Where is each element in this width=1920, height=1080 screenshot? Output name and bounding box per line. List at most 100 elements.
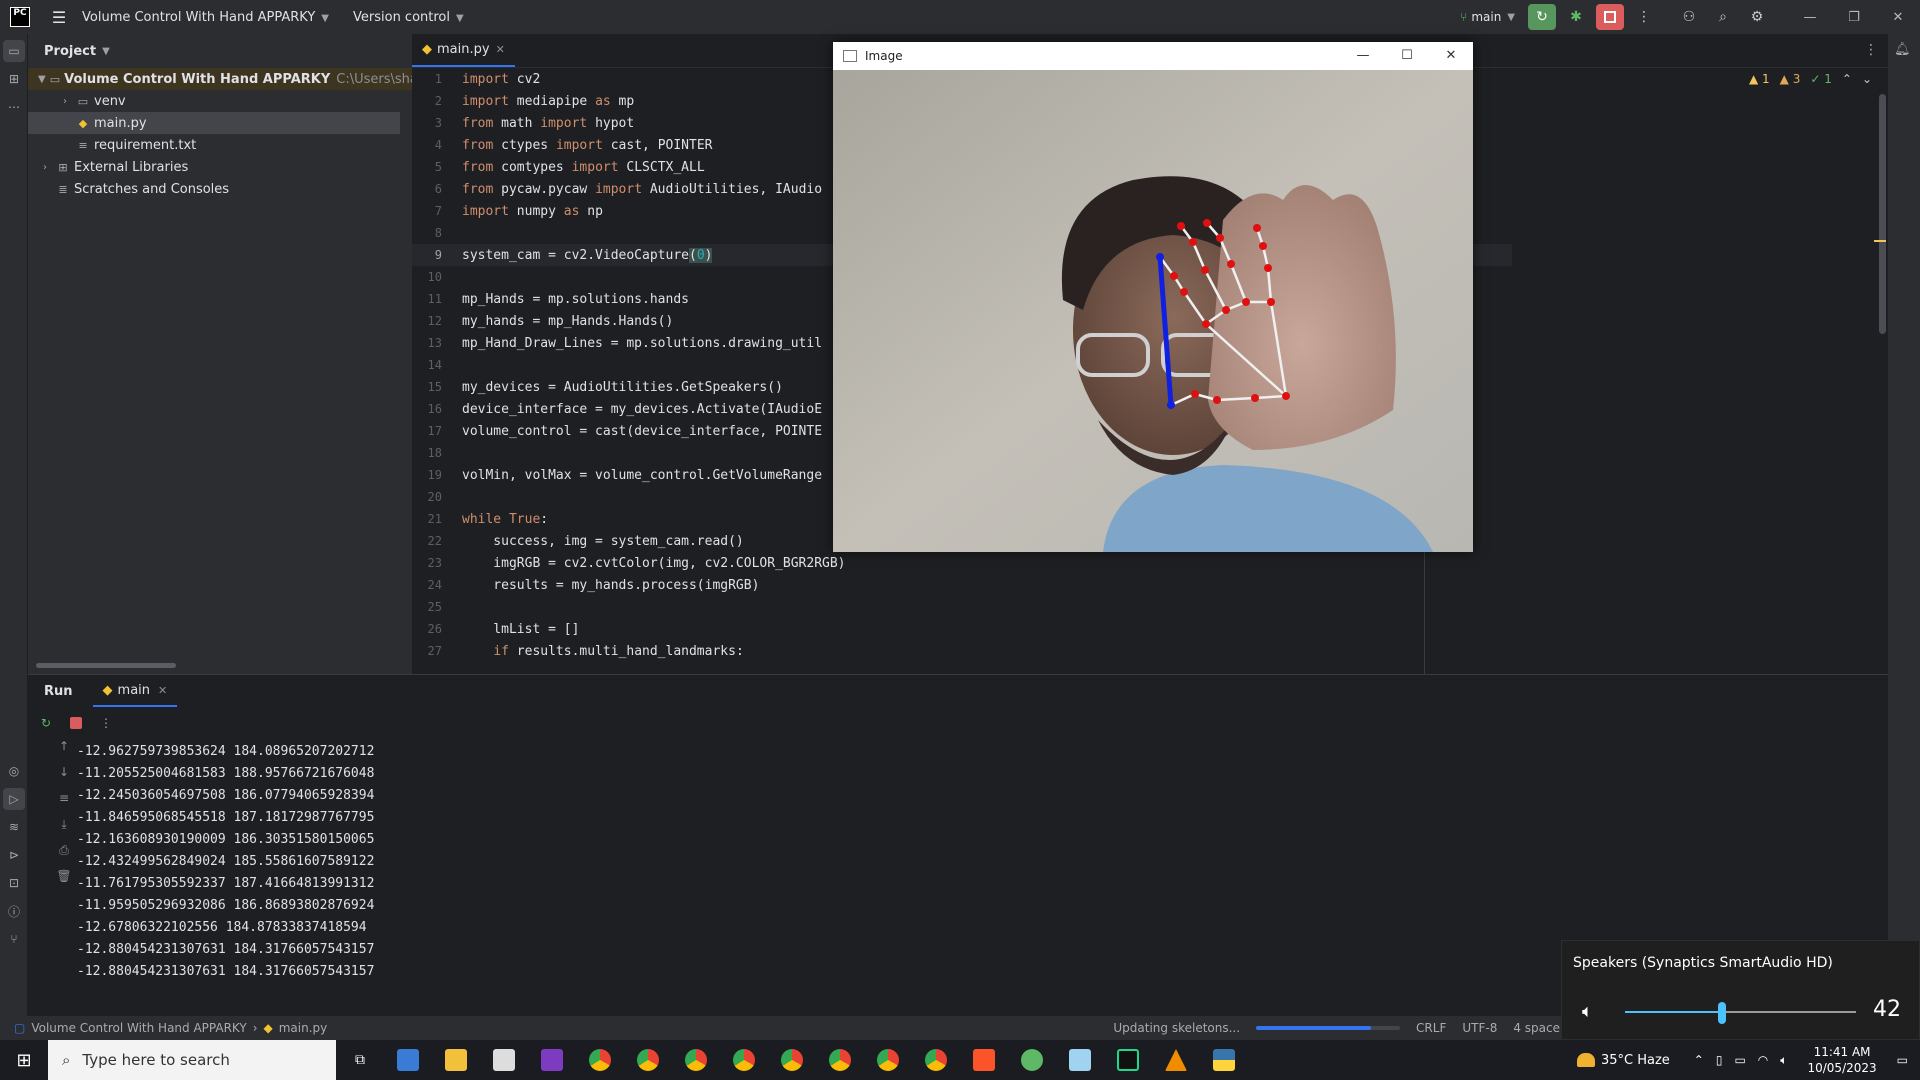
minimize-button[interactable]: — [1788,10,1832,25]
code-line[interactable]: 24 results = my_hands.process(imgRGB) [412,574,1512,596]
console-output[interactable]: -12.962759739853624 184.08965207202712 -1… [77,741,374,983]
scroll-up-icon[interactable]: ↑ [52,739,76,765]
rerun-button[interactable]: ↻ [1528,4,1556,30]
file-explorer-icon[interactable] [432,1040,480,1080]
line-number[interactable]: 7 [412,204,442,218]
scroll-to-end-icon[interactable]: ⤓ [52,817,76,843]
maximize-button[interactable]: ☐ [1385,42,1429,70]
notification-center-icon[interactable]: ▭ [1897,1053,1908,1067]
tree-item-scratches[interactable]: ≣ Scratches and Consoles [28,178,412,200]
chrome-icon[interactable] [672,1040,720,1080]
line-number[interactable]: 13 [412,336,442,350]
minimize-button[interactable]: — [1341,42,1385,70]
inspection-widget[interactable]: ▲ 1 ▲ 3 ✓ 1 ⌃ ⌄ [1749,72,1872,86]
task-view-icon[interactable]: ⧉ [336,1040,384,1080]
project-selector[interactable]: Volume Control With Hand APPARKY ▼ [82,10,329,25]
vertical-scrollbar[interactable] [1879,94,1886,334]
line-number[interactable]: 9 [412,248,442,262]
problems-icon[interactable]: ⓘ [3,900,25,922]
code-line[interactable]: 26 lmList = [] [412,618,1512,640]
line-number[interactable]: 5 [412,160,442,174]
more-actions-icon[interactable]: ⋮ [1630,4,1658,30]
line-number[interactable]: 26 [412,622,442,636]
line-number[interactable]: 3 [412,116,442,130]
python-packages-icon[interactable]: ◎ [3,760,25,782]
close-button[interactable]: ✕ [1429,42,1473,70]
python-icon[interactable] [1200,1040,1248,1080]
debug-icon[interactable]: ✱ [1562,4,1590,30]
clock[interactable]: 11:41 AM 10/05/2023 [1807,1044,1876,1076]
account-icon[interactable]: ⚇ [1675,4,1703,30]
line-number[interactable]: 21 [412,512,442,526]
tree-item-main-py[interactable]: ◆ main.py [28,112,400,134]
line-number[interactable]: 11 [412,292,442,306]
line-number[interactable]: 25 [412,600,442,614]
tree-item-requirement-txt[interactable]: ≡ requirement.txt [28,134,412,156]
battery-icon[interactable]: ▭ [1734,1053,1745,1067]
warning-stripe[interactable] [1874,240,1886,242]
chrome-icon[interactable] [624,1040,672,1080]
breadcrumb[interactable]: ▢ Volume Control With Hand APPARKY › ◆ m… [14,1021,327,1035]
git-icon[interactable]: ⑂ [3,928,25,950]
rerun-icon[interactable]: ↻ [38,715,54,731]
line-number[interactable]: 27 [412,644,442,658]
line-number[interactable]: 15 [412,380,442,394]
line-number[interactable]: 22 [412,534,442,548]
breadcrumb-project[interactable]: Volume Control With Hand APPARKY [31,1021,246,1035]
more-tools-icon[interactable]: ⋯ [3,96,25,118]
file-encoding[interactable]: UTF-8 [1462,1021,1497,1035]
wifi-icon[interactable]: ◠ [1758,1053,1768,1067]
indent-setting[interactable]: 4 space [1513,1021,1560,1035]
expand-arrow-icon[interactable]: ▼ [38,74,46,85]
chevron-up-icon[interactable]: ⌃ [1694,1053,1704,1067]
tab-main-py[interactable]: ◆ main.py ✕ [412,33,515,67]
vlc-icon[interactable] [1152,1040,1200,1080]
services-icon[interactable]: ⊳ [3,844,25,866]
project-folder-icon[interactable]: ▭ [3,40,25,62]
line-number[interactable]: 20 [412,490,442,504]
search-icon[interactable]: ⌕ [1709,4,1737,30]
image-window[interactable]: Image — ☐ ✕ [833,42,1473,552]
close-tab-icon[interactable]: ✕ [496,43,505,56]
breadcrumb-file[interactable]: main.py [279,1021,328,1035]
line-number[interactable]: 17 [412,424,442,438]
chrome-icon[interactable] [912,1040,960,1080]
app-icon-purple[interactable] [528,1040,576,1080]
more-icon[interactable]: ⋮ [98,715,114,731]
weather-widget[interactable]: 35°C Haze [1576,1053,1670,1068]
settings-gear-icon[interactable]: ⚙ [1743,4,1771,30]
version-control-menu[interactable]: Version control ▼ [353,10,464,25]
scroll-down-icon[interactable]: ↓ [52,765,76,791]
store-icon[interactable] [480,1040,528,1080]
taskbar-search[interactable]: ⌕ Type here to search [48,1040,336,1080]
background-task-label[interactable]: Updating skeletons... [1113,1021,1240,1035]
speaker-icon[interactable]: 🔈︎ [1582,1001,1593,1022]
chrome-icon[interactable] [864,1040,912,1080]
stop-button[interactable] [1596,4,1624,30]
main-menu-icon[interactable]: ☰ [48,6,70,28]
app-icon-notes[interactable] [1056,1040,1104,1080]
line-number[interactable]: 4 [412,138,442,152]
device-icon[interactable]: ▯ [1716,1053,1723,1067]
expand-arrow-icon[interactable]: › [38,162,52,173]
terminal-icon[interactable]: ⊡ [3,872,25,894]
chevron-down-icon[interactable]: ⌄ [1862,72,1872,86]
branch-selector[interactable]: ⑂ main ▼ [1460,10,1515,24]
tree-item-venv[interactable]: › ▭ venv [28,90,412,112]
trash-icon[interactable]: 🗑︎ [52,869,76,895]
utorrent-icon[interactable] [1008,1040,1056,1080]
pycharm-icon[interactable] [1104,1040,1152,1080]
image-window-titlebar[interactable]: Image — ☐ ✕ [833,42,1473,70]
restore-button[interactable]: ❐ [1832,10,1876,25]
structure-icon[interactable]: ⊞ [3,68,25,90]
line-number[interactable]: 10 [412,270,442,284]
code-line[interactable]: 23 imgRGB = cv2.cvtColor(img, cv2.COLOR_… [412,552,1512,574]
tree-root[interactable]: ▼ ▭ Volume Control With Hand APPARKY C:\… [28,68,412,90]
line-number[interactable]: 1 [412,72,442,86]
line-ending[interactable]: CRLF [1416,1021,1446,1035]
audio-device-name[interactable]: Speakers (Synaptics SmartAudio HD) [1573,955,1833,971]
line-number[interactable]: 12 [412,314,442,328]
run-tool-icon[interactable]: ▷ [3,788,25,810]
line-number[interactable]: 16 [412,402,442,416]
layers-icon[interactable]: ≋ [3,816,25,838]
